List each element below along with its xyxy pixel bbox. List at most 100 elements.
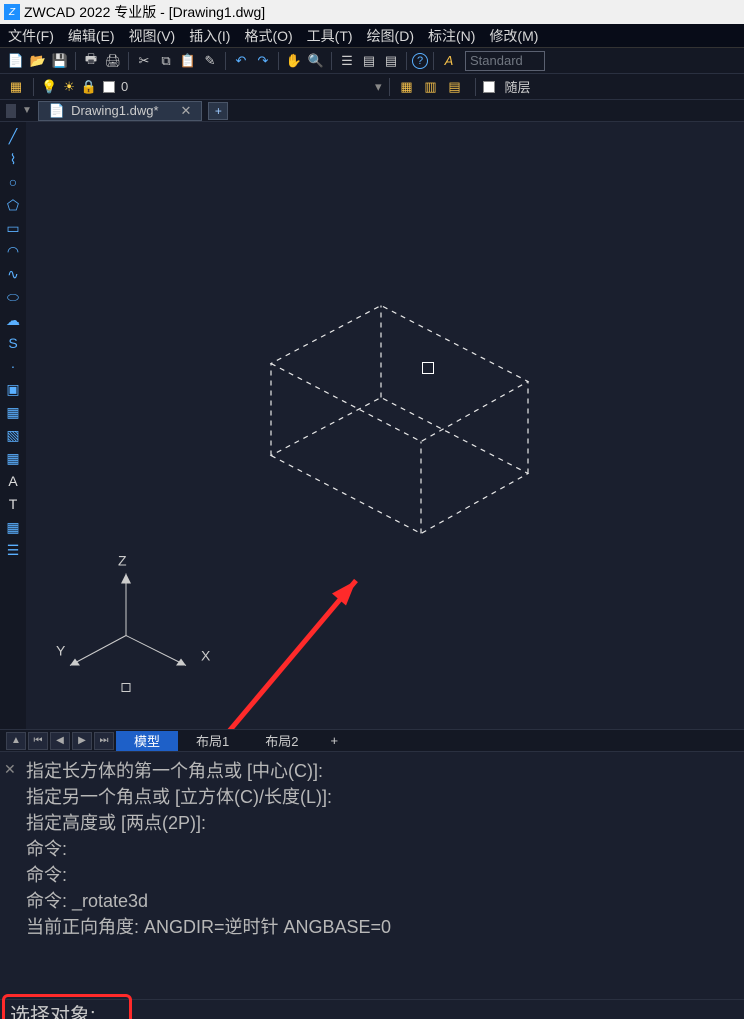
pan-icon[interactable]: ✋ [284,51,304,71]
layerstate1-icon[interactable]: ▦ [397,77,417,97]
color-swatch[interactable] [483,81,495,93]
menu-insert[interactable]: 插入(I) [189,26,230,46]
save-icon[interactable]: 💾 [50,51,70,71]
cmd-history-line: 命令: [26,836,736,862]
tab-handle[interactable] [6,104,16,118]
command-prompt: 选择对象: [10,999,96,1019]
document-tabbar: ▼ 📄 Drawing1.dwg* ✕ + [0,100,744,122]
table-tool-icon[interactable]: ▦ [3,448,23,468]
document-tab[interactable]: 📄 Drawing1.dwg* ✕ [38,101,203,121]
toolbar-layers: ▦ 💡 ☀ 🔒 0 ▾ ▦ ▥ ▤ 随层 [0,74,744,100]
cmd-history-line: 指定长方体的第一个角点或 [中心(C)]: [26,758,736,784]
sheet-tab-layout2[interactable]: 布局2 [247,731,316,751]
cloud-tool-icon[interactable]: ☁ [3,310,23,330]
sheet-tab-model[interactable]: 模型 [116,731,178,751]
viewport-svg: X Y Z [26,122,744,729]
pline-tool-icon[interactable]: ⌇ [3,149,23,169]
toolbar-draw: ╱ ⌇ ○ ⬠ ▭ ◠ ∿ ⬭ ☁ S · ▣ ▦ ▧ ▦ A T ▦ ☰ [0,122,26,729]
redo-icon[interactable]: ↷ [253,51,273,71]
menu-draw[interactable]: 绘图(D) [367,26,414,46]
rect-tool-icon[interactable]: ▭ [3,218,23,238]
pickbox-cursor [422,362,434,374]
menu-edit[interactable]: 编辑(E) [68,26,115,46]
plot-icon[interactable]: 🖨 [103,51,123,71]
close-cmdpanel-icon[interactable]: ✕ [4,756,16,782]
open-icon[interactable]: 📂 [28,51,48,71]
annotation-arrow [158,581,356,730]
tabs-next-icon[interactable]: ▶ [72,732,92,750]
command-input[interactable]: 选择对象: [0,999,744,1019]
menu-dimension[interactable]: 标注(N) [428,26,475,46]
menu-file[interactable]: 文件(F) [8,26,54,46]
separator [128,52,129,70]
drawing-canvas[interactable]: X Y Z [26,122,744,729]
axis-z-label: Z [118,553,127,569]
copy-icon[interactable]: ⧉ [156,51,176,71]
tabs-collapse-icon[interactable]: ▲ [6,732,26,750]
props-icon[interactable]: ☰ [337,51,357,71]
block-tool-icon[interactable]: ▣ [3,379,23,399]
undo-icon[interactable]: ↶ [231,51,251,71]
menu-view[interactable]: 视图(V) [129,26,176,46]
layer-dropdown[interactable]: 💡 ☀ 🔒 0 [41,79,371,95]
match-icon[interactable]: ✎ [200,51,220,71]
tab-dropdown-icon[interactable]: ▼ [22,105,32,116]
menu-tools[interactable]: 工具(T) [307,26,353,46]
window-title: ZWCAD 2022 专业版 - [Drawing1.dwg] [24,2,265,22]
layout-tabbar: ▲ ⏮ ◀ ▶ ⏭ 模型 布局1 布局2 + [0,729,744,751]
cmd-history-line: 指定高度或 [两点(2P)]: [26,810,736,836]
tabs-first-icon[interactable]: ⏮ [28,732,48,750]
separator [331,52,332,70]
tabs-last-icon[interactable]: ⏭ [94,732,114,750]
line-tool-icon[interactable]: ╱ [3,126,23,146]
print-icon[interactable]: 🖶 [81,51,101,71]
polygon-tool-icon[interactable]: ⬠ [3,195,23,215]
menu-format[interactable]: 格式(O) [244,26,292,46]
grid-tool-icon[interactable]: ▦ [3,517,23,537]
separator [475,78,476,96]
help-icon[interactable]: ? [412,53,428,69]
separator [75,52,76,70]
axis-x-label: X [201,648,211,664]
region-tool-icon[interactable]: ▧ [3,425,23,445]
document-tab-label: Drawing1.dwg* [71,103,158,118]
bylayer-dropdown[interactable]: 随层 [505,77,531,96]
paste-icon[interactable]: 📋 [178,51,198,71]
separator [33,78,34,96]
menubar: 文件(F) 编辑(E) 视图(V) 插入(I) 格式(O) 工具(T) 绘图(D… [0,24,744,48]
sheet-tab-layout1[interactable]: 布局1 [178,731,247,751]
circle-tool-icon[interactable]: ○ [3,172,23,192]
zoom-icon[interactable]: 🔍 [306,51,326,71]
more-tool-icon[interactable]: ☰ [3,540,23,560]
mtext-tool-icon[interactable]: T [3,494,23,514]
separator [433,52,434,70]
hatch-tool-icon[interactable]: ▦ [3,402,23,422]
text-tool-icon[interactable]: A [3,471,23,491]
layer-manager-icon[interactable]: ▦ [6,77,26,97]
cmd-history-line: 命令: [26,862,736,888]
tabs-prev-icon[interactable]: ◀ [50,732,70,750]
curve-tool-icon[interactable]: S [3,333,23,353]
cmd-history-line: 当前正向角度: ANGDIR=逆时针 ANGBASE=0 [26,914,736,940]
sun-icon: ☀ [63,79,75,95]
layers-icon[interactable]: ▤ [359,51,379,71]
layerstate3-icon[interactable]: ▤ [445,77,465,97]
toolbar-standard: 📄 📂 💾 🖶 🖨 ✂ ⧉ 📋 ✎ ↶ ↷ ✋ 🔍 ☰ ▤ ▤ ? A Stan… [0,48,744,74]
new-document-button[interactable]: + [208,102,228,120]
cut-icon[interactable]: ✂ [134,51,154,71]
new-icon[interactable]: 📄 [6,51,26,71]
ellipse-tool-icon[interactable]: ⬭ [3,287,23,307]
layerstate2-icon[interactable]: ▥ [421,77,441,97]
dimstyle-dropdown[interactable]: Standard [465,51,545,71]
layer-name: 0 [121,79,128,94]
cmd-history-line: 指定另一个角点或 [立方体(C)/长度(L)]: [26,784,736,810]
close-tab-icon[interactable]: ✕ [181,103,192,119]
layer-color-swatch [103,81,115,93]
sheet-tab-add[interactable]: + [316,731,352,751]
point-tool-icon[interactable]: · [3,356,23,376]
arc-tool-icon[interactable]: ◠ [3,241,23,261]
layers2-icon[interactable]: ▤ [381,51,401,71]
spline-tool-icon[interactable]: ∿ [3,264,23,284]
dimstyle-icon[interactable]: A [439,51,459,71]
menu-modify[interactable]: 修改(M) [489,26,538,46]
